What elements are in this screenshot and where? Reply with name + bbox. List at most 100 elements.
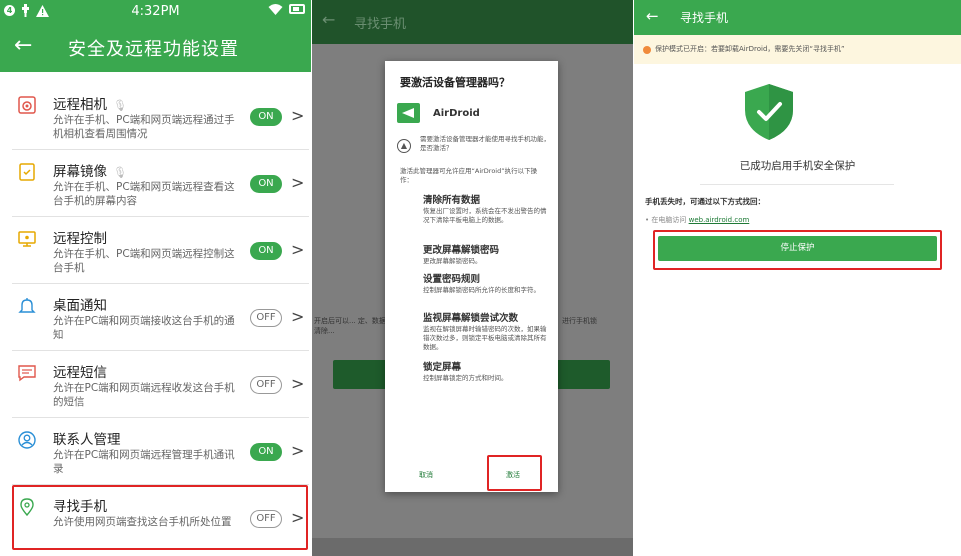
protection-enabled-panel: ← 寻找手机 保护模式已开启：若要卸载AirDroid，需要先关闭“寻找手机” … xyxy=(634,0,961,556)
chevron-right-icon[interactable]: > xyxy=(291,173,304,192)
background-text: 进行手机锁 xyxy=(562,317,597,325)
feature-toggle[interactable]: OFF xyxy=(250,309,282,327)
chevron-right-icon[interactable]: > xyxy=(291,374,304,393)
battery-icon xyxy=(289,4,305,14)
feature-desc: 允许在PC端和网页端远程管理手机通讯录 xyxy=(53,449,235,475)
permission-desc: 监视在解锁屏幕时输错密码的次数，如果输错次数过多，则锁定平板电脑或清除其所有数据… xyxy=(423,325,547,351)
feature-title: 寻找手机 xyxy=(53,499,107,515)
settings-header: ← 安全及远程功能设置 xyxy=(0,24,311,72)
mic-icon: 🎙 xyxy=(113,99,127,112)
shield-check-icon xyxy=(745,84,793,140)
chevron-right-icon[interactable]: > xyxy=(291,508,304,527)
find-phone-header-dimmed: ← 寻找手机 xyxy=(312,0,633,44)
device-admin-dialog: 要激活设备管理器吗？ AirDroid ▲ 需要激活设备管理器才能使用寻找手机功… xyxy=(385,61,558,492)
feature-desc: 允许在手机、PC端和网页端远程控制这台手机 xyxy=(53,248,235,274)
feature-toggle[interactable]: ON xyxy=(250,443,282,461)
chevron-right-icon[interactable]: > xyxy=(291,307,304,326)
cancel-button[interactable]: 取消 xyxy=(419,470,433,480)
permission-desc: 控制屏幕锁定的方式和时间。 xyxy=(423,374,508,382)
protection-warning-bar: 保护模式已开启：若要卸载AirDroid，需要先关闭“寻找手机” xyxy=(634,35,961,64)
permission-item: 更改屏幕解锁密码 更改屏幕解锁密码。 xyxy=(423,245,549,266)
web-link[interactable]: web.airdroid.com xyxy=(689,216,750,224)
feature-toggle[interactable]: OFF xyxy=(250,376,282,394)
feature-desc: 允许在PC端和网页端远程收发这台手机的短信 xyxy=(53,382,235,408)
feature-row-screen-mirror[interactable]: 屏幕镜像 🎙 允许在手机、PC端和网页端远程查看这台手机的屏幕内容 ON > xyxy=(12,151,309,217)
feature-toggle[interactable]: OFF xyxy=(250,510,282,528)
dialog-note: 需要激活设备管理器才能使用寻找手机功能，是否激活？ xyxy=(420,135,550,152)
permission-title: 清除所有数据 xyxy=(423,195,481,206)
feature-desc: 允许在PC端和网页端接收这台手机的通知 xyxy=(53,315,235,341)
success-message: 已成功启用手机安全保护 xyxy=(739,160,856,172)
permission-item: 监视屏幕解锁尝试次数 监视在解锁屏幕时输错密码的次数，如果输错次数过多，则锁定平… xyxy=(423,313,549,352)
permission-desc: 控制屏幕解锁密码所允许的长度和字符。 xyxy=(423,286,540,294)
status-bar: 4 4:32PM xyxy=(0,0,311,24)
permission-item: 清除所有数据 恢复出厂设置时，系统会在不发出警告的情况下清除平板电脑上的数据。 xyxy=(423,195,549,225)
feature-desc: 允许使用网页端查找这台手机所处位置 xyxy=(53,516,232,528)
feature-toggle[interactable]: ON xyxy=(250,242,282,260)
warning-dot-icon xyxy=(643,46,651,54)
feature-title: 桌面通知 xyxy=(53,298,107,314)
permission-title: 更改屏幕解锁密码 xyxy=(423,245,500,256)
feature-row-find-phone[interactable]: 寻找手机 允许使用网页端查找这台手机所处位置 OFF > xyxy=(12,486,309,552)
permission-title: 监视屏幕解锁尝试次数 xyxy=(423,313,519,324)
status-time: 4:32PM xyxy=(131,4,180,19)
dialog-intro: 激活此管理器可允许应用“AirDroid”执行以下操作： xyxy=(400,167,538,184)
camera-icon xyxy=(18,96,36,114)
feature-title: 远程短信 xyxy=(53,365,107,381)
feature-row-desktop-notification[interactable]: 桌面通知 允许在PC端和网页端接收这台手机的通知 OFF > xyxy=(12,285,309,351)
device-admin-panel: ← 寻找手机 开启后可以... 定、数据清除... 进行手机锁 要激活设备管理器… xyxy=(312,0,633,556)
location-pin-icon xyxy=(20,498,34,516)
screen-mirror-icon xyxy=(19,163,35,181)
chevron-up-icon: ▲ xyxy=(397,139,411,153)
page-title: 寻找手机 xyxy=(680,11,729,25)
arrow-left-icon: ← xyxy=(322,10,336,29)
recovery-label: 手机丢失时，可通过以下方式找回： xyxy=(645,197,765,206)
feature-title: 屏幕镜像 🎙 xyxy=(53,164,127,180)
page-title: 寻找手机 xyxy=(354,17,407,32)
feature-row-contacts[interactable]: 联系人管理 允许在PC端和网页端远程管理手机通讯录 ON > xyxy=(12,419,309,485)
feature-desc: 允许在手机、PC端和网页端远程通过手机相机查看周围情况 xyxy=(53,114,235,140)
mic-icon: 🎙 xyxy=(113,166,127,179)
message-icon xyxy=(18,365,36,382)
screenshot-root: 4 4:32PM ← 安全及远程功能设置 远程相机 🎙 允许在手机、PC端和网页端… xyxy=(0,0,961,556)
feature-title: 联系人管理 xyxy=(53,432,121,448)
feature-title: 远程控制 xyxy=(53,231,107,247)
contact-icon xyxy=(18,431,36,449)
permission-title: 设置密码规则 xyxy=(423,274,481,285)
wifi-icon xyxy=(268,4,283,15)
activate-button[interactable]: 激活 xyxy=(506,470,520,480)
permission-desc: 更改屏幕解锁密码。 xyxy=(423,257,482,265)
status-right-icons xyxy=(268,3,305,15)
find-phone-header: ← 寻找手机 xyxy=(634,0,961,35)
background-text: 开启后可以... 定、数据清除... xyxy=(314,317,386,335)
permission-desc: 恢复出厂设置时，系统会在不发出警告的情况下清除平板电脑上的数据。 xyxy=(423,207,547,224)
permission-title: 锁定屏幕 xyxy=(423,362,462,373)
feature-toggle[interactable]: ON xyxy=(250,108,282,126)
permission-item: 设置密码规则 控制屏幕解锁密码所允许的长度和字符。 xyxy=(423,274,549,295)
feature-row-remote-camera[interactable]: 远程相机 🎙 允许在手机、PC端和网页端远程通过手机相机查看周围情况 ON > xyxy=(12,84,309,150)
settings-panel: 4 4:32PM ← 安全及远程功能设置 远程相机 🎙 允许在手机、PC端和网页端… xyxy=(0,0,311,556)
chevron-right-icon[interactable]: > xyxy=(291,240,304,259)
airdroid-logo-icon xyxy=(397,103,420,123)
arrow-left-icon[interactable]: ← xyxy=(14,33,32,58)
feature-desc: 允许在手机、PC端和网页端远程查看这台手机的屏幕内容 xyxy=(53,181,235,207)
visit-prefix: 在电脑访问 xyxy=(651,216,687,224)
warning-text: 保护模式已开启：若要卸载AirDroid，需要先关闭“寻找手机” xyxy=(655,45,845,53)
dialog-title: 要激活设备管理器吗？ xyxy=(400,76,510,89)
feature-row-remote-sms[interactable]: 远程短信 允许在PC端和网页端远程收发这台手机的短信 OFF > xyxy=(12,352,309,418)
feature-row-remote-control[interactable]: 远程控制 允许在手机、PC端和网页端远程控制这台手机 ON > xyxy=(12,218,309,284)
stop-protection-button[interactable]: 停止保护 xyxy=(658,236,937,261)
permission-item: 锁定屏幕 控制屏幕锁定的方式和时间。 xyxy=(423,362,549,383)
divider xyxy=(700,184,894,185)
recovery-method: • 在电脑访问 web.airdroid.com xyxy=(645,216,750,224)
bell-icon xyxy=(18,298,36,313)
chevron-right-icon[interactable]: > xyxy=(291,441,304,460)
app-name: AirDroid xyxy=(433,108,480,119)
page-title: 安全及远程功能设置 xyxy=(68,39,239,60)
arrow-left-icon[interactable]: ← xyxy=(646,7,659,25)
chevron-right-icon[interactable]: > xyxy=(291,106,304,125)
nav-bar xyxy=(312,538,633,556)
feature-toggle[interactable]: ON xyxy=(250,175,282,193)
feature-title: 远程相机 🎙 xyxy=(53,97,127,113)
remote-control-icon xyxy=(18,231,36,247)
